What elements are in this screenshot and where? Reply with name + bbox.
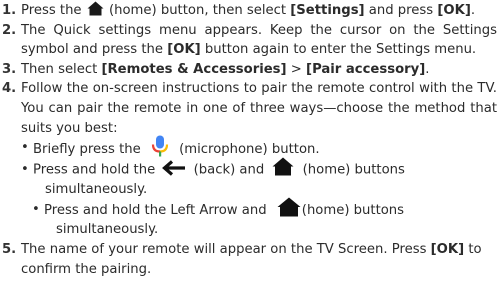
- bullet-text: (home) buttons: [301, 202, 405, 218]
- bullet-item: • Press and hold the Left Arrow and (hom…: [32, 197, 503, 240]
- remotes-accessories-label: [Remotes & Accessories]: [101, 61, 287, 77]
- pair-accessory-label: [Pair accessory]: [306, 61, 426, 77]
- bullet-text: Briefly press the: [33, 142, 141, 158]
- bullet-text: Press and hold the Left Arrow and: [44, 202, 267, 218]
- step-text: >: [290, 61, 302, 77]
- bullet-dot: •: [21, 162, 29, 178]
- step-number: 2.: [2, 22, 17, 38]
- step-text: .: [470, 3, 476, 18]
- bullet-continuation: simultaneously.: [45, 182, 148, 198]
- bullet-text: (home) buttons: [302, 162, 405, 178]
- step-text: and press: [368, 3, 434, 18]
- step-number: 3.: [2, 61, 17, 77]
- bullet-text: Press and hold the: [33, 162, 156, 178]
- bullet-item: • Press and hold the (back) and (home) b…: [21, 157, 503, 200]
- bullet-item: • Briefly press the (microphone) button.: [21, 135, 503, 160]
- bullet-dot: •: [21, 140, 29, 156]
- step-text: (home) button, then select: [108, 3, 287, 18]
- step-number: 4.: [2, 81, 17, 97]
- home-icon: [272, 157, 294, 176]
- step-text: .: [425, 61, 430, 77]
- step-text: Then select: [21, 61, 98, 77]
- bullet-dot: •: [32, 201, 40, 217]
- ok-label: [OK]: [167, 42, 201, 58]
- ok-label: [OK]: [437, 3, 471, 18]
- bullet-continuation: simultaneously.: [56, 222, 159, 238]
- step-text: Press the: [21, 3, 82, 18]
- step-2: 2. The Quick settings menu appears. Keep…: [0, 21, 503, 60]
- step-text: The name of your remote will appear on t…: [21, 242, 427, 258]
- bullet-text: (back) and: [193, 162, 265, 178]
- step-1: 1. Press the (home) button, then select …: [0, 1, 503, 21]
- step-number: 5.: [2, 242, 17, 258]
- microphone-icon: [145, 135, 175, 157]
- ok-label: [OK]: [430, 242, 465, 258]
- bullet-text: (microphone) button.: [179, 142, 320, 158]
- step-number: 1.: [2, 3, 17, 18]
- step-3: 3. Then select [Remotes & Accessories] >…: [0, 60, 503, 80]
- settings-label: [Settings]: [290, 3, 365, 18]
- step-4: 4. Follow the on-screen instructions to …: [0, 79, 503, 138]
- home-icon: [277, 197, 301, 217]
- back-arrow-icon: [161, 159, 187, 176]
- step-5: 5. The name of your remote will appear o…: [0, 240, 503, 279]
- instructions-document: 1. Press the (home) button, then select …: [0, 1, 503, 279]
- home-icon: [87, 1, 104, 16]
- step-text: button again to enter the Settings menu.: [204, 42, 477, 58]
- step-text: Follow the on-screen instructions to pai…: [21, 81, 497, 136]
